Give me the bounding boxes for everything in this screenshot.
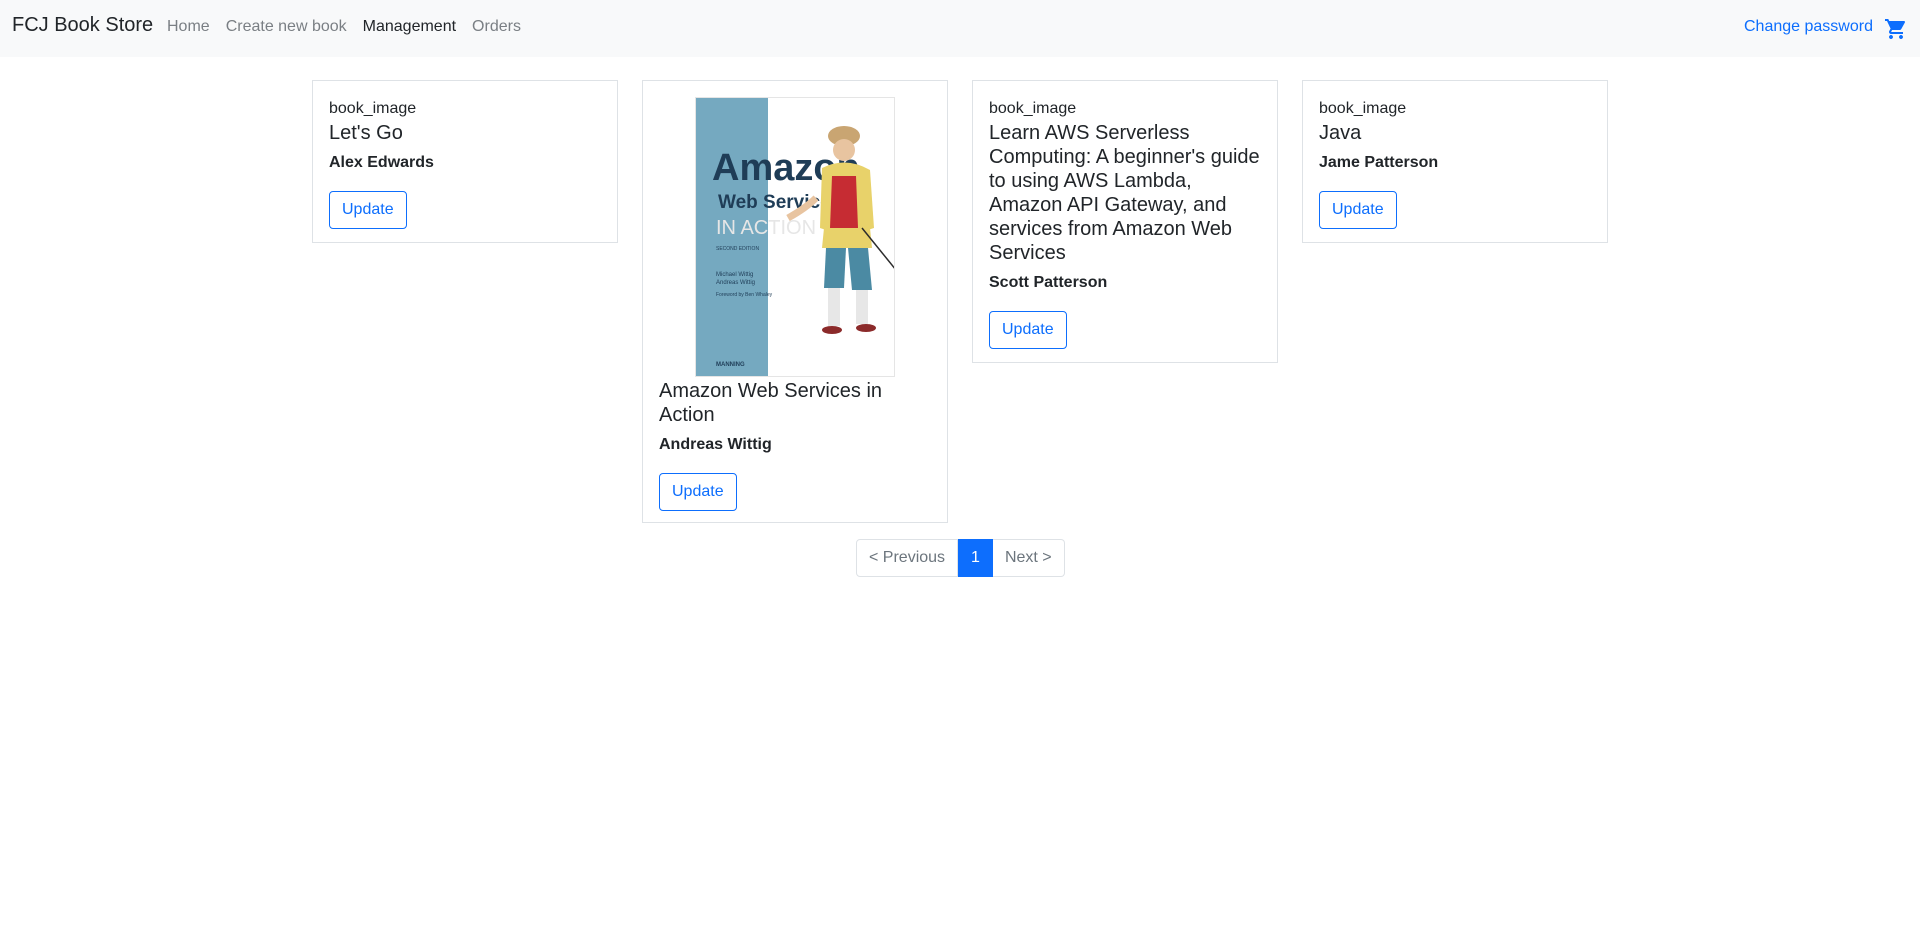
- brand-link[interactable]: FCJ Book Store: [12, 14, 153, 37]
- book-card: book_image Learn AWS Serverless Computin…: [972, 80, 1278, 363]
- book-cover-image: Amazon Web Services IN ACTION SECOND EDI…: [695, 97, 895, 377]
- cover-edition: SECOND EDITION: [716, 246, 759, 252]
- book-title: Java: [1319, 122, 1362, 144]
- book-image-broken: book_image: [1319, 100, 1407, 117]
- book-title: Amazon Web Services in Action: [659, 380, 883, 426]
- update-button[interactable]: Update: [659, 473, 737, 511]
- pagination-previous[interactable]: < Previous: [856, 539, 959, 577]
- update-button[interactable]: Update: [989, 311, 1067, 349]
- nav-home[interactable]: Home: [167, 18, 210, 36]
- change-password-link[interactable]: Change password: [1744, 18, 1873, 36]
- book-image-broken: book_image: [329, 100, 417, 117]
- book-title: Let's Go: [329, 122, 403, 144]
- pagination-page-1[interactable]: 1: [958, 539, 993, 577]
- update-button[interactable]: Update: [1319, 191, 1397, 229]
- cover-line3: IN ACTION: [716, 217, 816, 239]
- book-title: Learn AWS Serverless Computing: A beginn…: [989, 122, 1260, 264]
- book-author: Andreas Wittig: [659, 436, 772, 453]
- book-card: book_image Let's Go Alex Edwards Update: [312, 80, 618, 243]
- update-button[interactable]: Update: [329, 191, 407, 229]
- cover-foreword: Foreword by Ben Whaley: [716, 292, 773, 298]
- nav-create-new-book[interactable]: Create new book: [226, 18, 347, 36]
- book-author: Scott Patterson: [989, 274, 1108, 291]
- cover-publisher: MANNING: [716, 362, 745, 368]
- cart-icon[interactable]: [1884, 17, 1908, 41]
- nav-management[interactable]: Management: [363, 18, 456, 36]
- pagination-next[interactable]: Next >: [992, 539, 1065, 577]
- book-image-broken: book_image: [989, 100, 1077, 117]
- pagination: < Previous 1 Next >: [856, 539, 1065, 577]
- book-card: book_image Java Jame Patterson Update: [1302, 80, 1608, 243]
- book-card: Amazon Web Services IN ACTION SECOND EDI…: [642, 80, 948, 523]
- nav-orders[interactable]: Orders: [472, 18, 521, 36]
- cover-author2: Andreas Wittig: [716, 280, 755, 286]
- book-author: Jame Patterson: [1319, 154, 1439, 171]
- navbar: FCJ Book Store Home Create new book Mana…: [0, 0, 1920, 57]
- book-author: Alex Edwards: [329, 154, 434, 171]
- nav-links: Home Create new book Management Orders: [167, 18, 537, 36]
- cover-author1: Michael Wittig: [716, 272, 753, 278]
